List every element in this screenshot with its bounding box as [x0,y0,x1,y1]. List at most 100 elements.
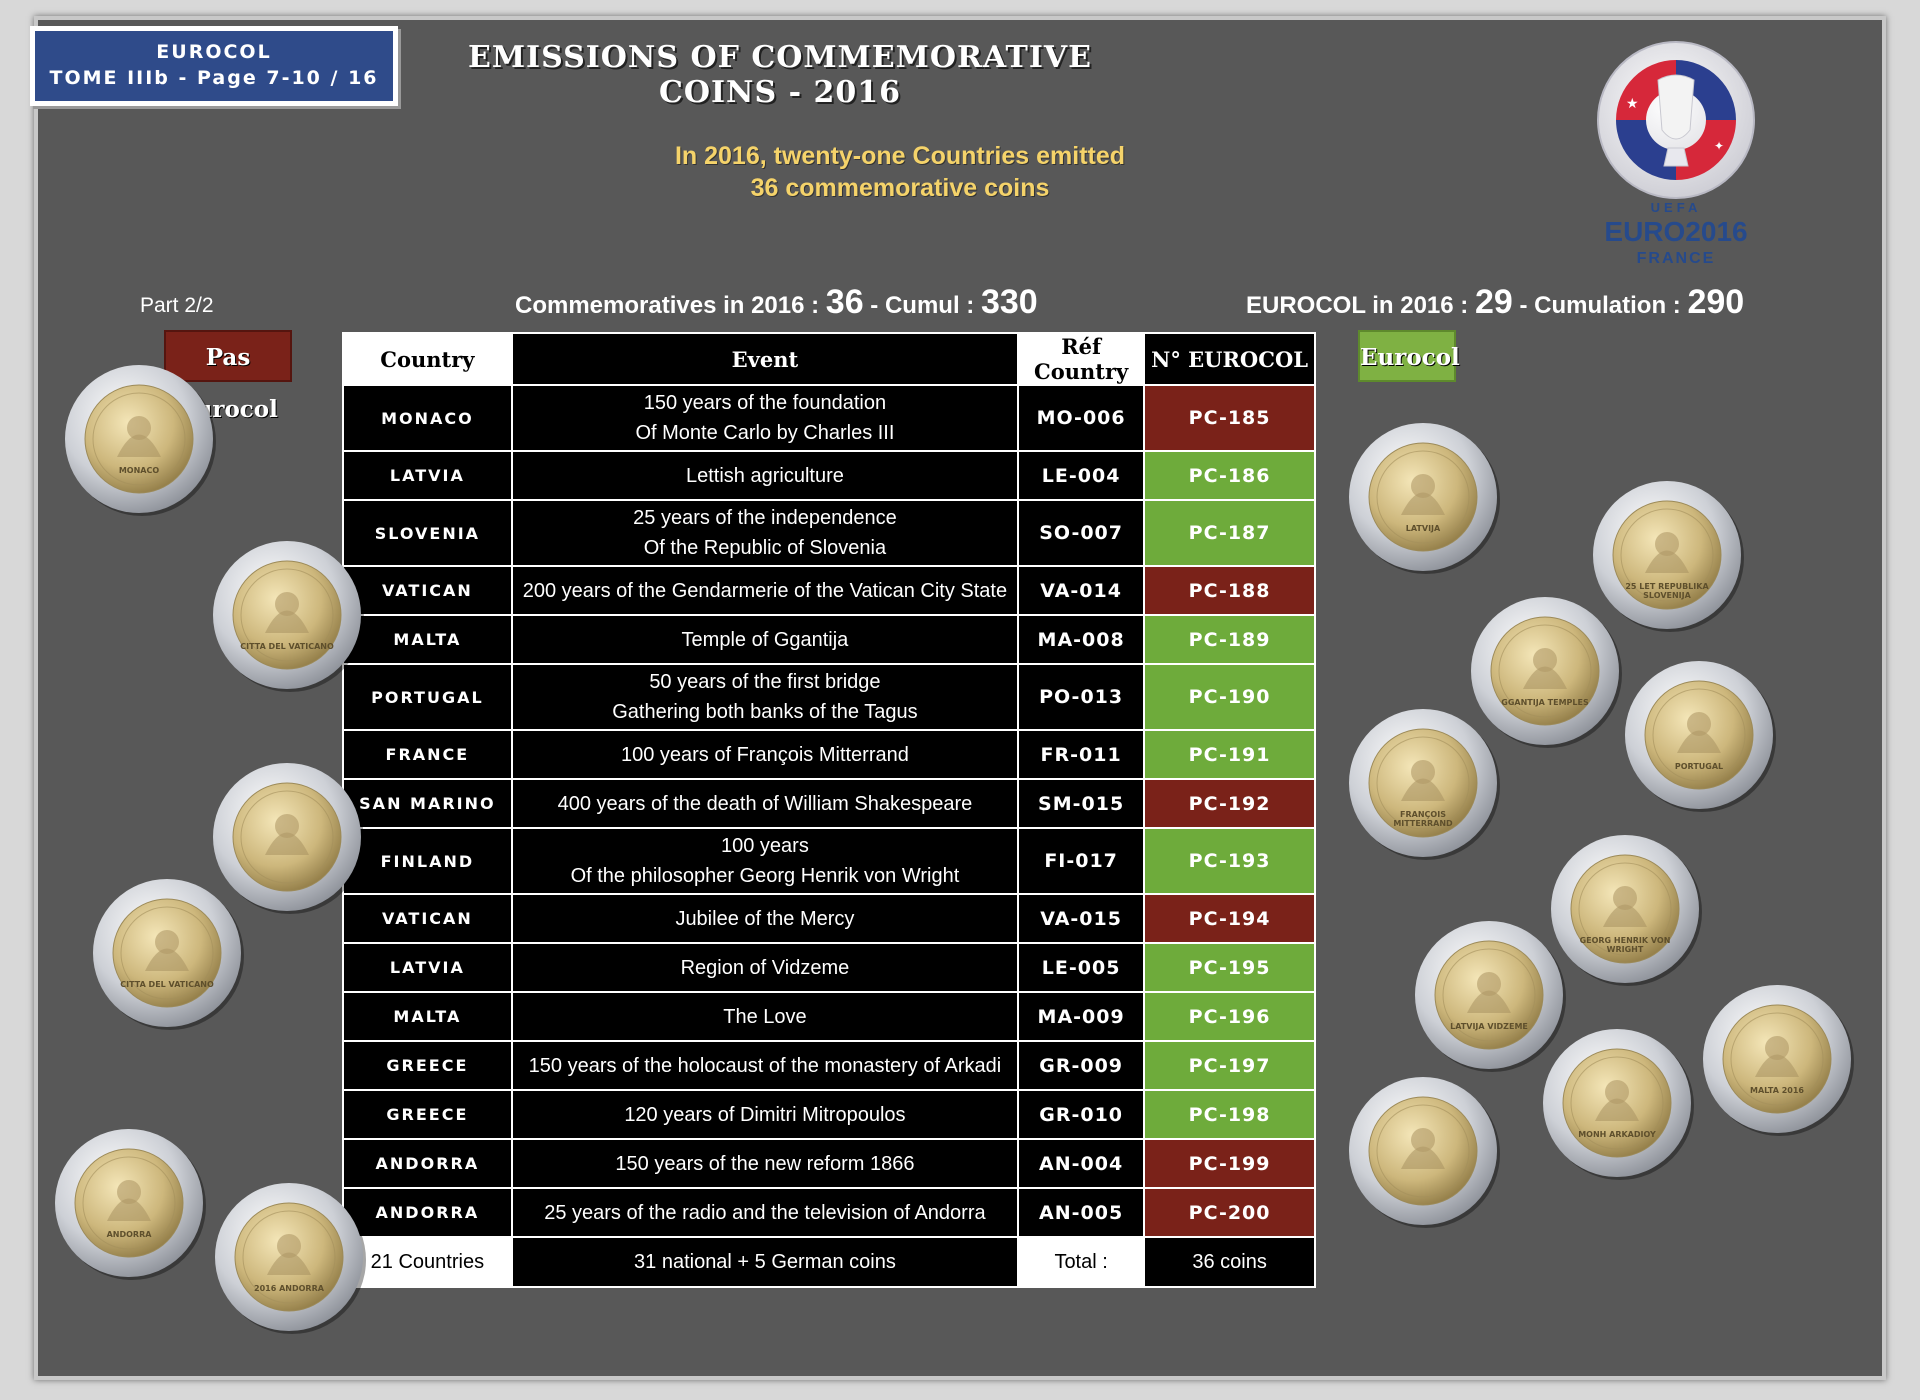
table-row: PORTUGAL 50 years of the first bridge Gath… [342,663,1316,731]
cell-event: Jubilee of the Mercy [510,893,1020,944]
cell-ref: FI-017 [1017,827,1146,895]
cell-event: 25 years of the radio and the television… [510,1187,1020,1238]
coins-table: Country Event Réf Country N° EUROCOL MON… [342,332,1316,1288]
table-row: SAN MARINO 400 years of the death of Will… [342,778,1316,829]
coin-greece-mitropoulos [1346,1074,1502,1230]
cell-event: 400 years of the death of William Shakes… [510,778,1020,829]
coin-andorra-reform: ANDORRA [52,1126,208,1282]
event-line: Of the Republic of Slovenia [643,537,887,559]
event-line: Temple of Ggantija [681,628,849,651]
table-row: MONACO 150 years of the foundation Of Mont… [342,384,1316,452]
coin-inscription: 25 LET REPUBLIKA SLOVENIJA [1625,582,1709,600]
table-body: MONACO 150 years of the foundation Of Mont… [342,384,1316,1238]
badge-title: EUROCOL [156,41,272,63]
cell-event: 25 years of the independence Of the Repub… [510,499,1020,567]
coin-image-icon [55,1129,206,1280]
event-line: Lettish agriculture [685,464,844,487]
svg-text:★: ★ [1626,96,1639,112]
event-line: 100 years [721,835,809,857]
badge-subtitle: TOME IIIb - Page 7-10 / 16 [49,67,379,89]
coin-vatican-gendarmerie: CITTA DEL VATICANO [210,538,366,694]
cell-country: LATVIA [342,450,513,501]
cell-eurocol-number: PC-192 [1143,778,1316,829]
event-line: 25 years of the radio and the television… [544,1201,986,1224]
coin-image-icon [215,1183,366,1334]
cell-event: 120 years of Dimitri Mitropoulos [510,1089,1020,1140]
cell-event: Region of Vidzeme [510,942,1020,993]
cell-country: PORTUGAL [342,663,513,731]
cell-eurocol-number: PC-196 [1143,991,1316,1042]
cell-country: SLOVENIA [342,499,513,567]
event-line: 150 years of the foundation [643,392,887,414]
eurocol-summary: EUROCOL in 2016 : 29 - Cumulation : 290 [1246,283,1744,322]
cell-event: Temple of Ggantija [510,614,1020,665]
page-title: EMISSIONS OF COMMEMORATIVE COINS - 2016 [467,40,1093,110]
cell-eurocol-number: PC-189 [1143,614,1316,665]
cell-eurocol-number: PC-200 [1143,1187,1316,1238]
event-line: 150 years of the holocaust of the monast… [528,1054,1002,1077]
cell-country: ANDORRA [342,1138,513,1189]
cell-ref: SO-007 [1017,499,1146,567]
cell-eurocol-number: PC-185 [1143,384,1316,452]
table-row: MALTA The Love MA-009 PC-196 [342,991,1316,1042]
event-line: 50 years of the first bridge [649,671,881,693]
event-line: Region of Vidzeme [680,956,850,979]
cell-event: The Love [510,991,1020,1042]
event-line: 400 years of the death of William Shakes… [557,792,973,815]
tome-badge: EUROCOL TOME IIIb - Page 7-10 / 16 [30,26,398,106]
cell-ref: LE-005 [1017,942,1146,993]
header-country: Country [342,332,513,386]
total-label: Total : [1017,1236,1146,1288]
cell-country: FINLAND [342,827,513,895]
coin-vatican-mercy: CITTA DEL VATICANO [90,876,246,1032]
cell-country: ANDORRA [342,1187,513,1238]
cell-country: SAN MARINO [342,778,513,829]
table-row: GREECE 120 years of Dimitri Mitropoulos GR… [342,1089,1316,1140]
coin-finland: GEORG HENRIK VON WRIGHT [1548,832,1704,988]
commemoratives-summary: Commemoratives in 2016 : 36 - Cumul : 33… [515,283,1038,322]
cell-eurocol-number: PC-188 [1143,565,1316,616]
coin-inscription: FRANÇOIS MITTERRAND [1393,810,1453,828]
coin-image-icon [1349,1077,1500,1228]
total-row: 21 Countries 31 national + 5 German coin… [342,1236,1316,1288]
table-row: FRANCE 100 years of François Mitterrand FR… [342,729,1316,780]
cumulation-label: - Cumulation : [1519,292,1681,319]
coin-inscription: MONH ARKADIOY [1578,1130,1656,1139]
cell-ref: MA-008 [1017,614,1146,665]
cell-event: 100 years Of the philosopher Georg Henrik… [510,827,1020,895]
cell-eurocol-number: PC-195 [1143,942,1316,993]
logo-france: FRANCE [1636,250,1716,267]
cell-ref: VA-015 [1017,893,1146,944]
coin-image-icon [93,879,244,1030]
eurocol-label: EUROCOL in 2016 : [1246,292,1469,319]
header-event: Event [510,332,1020,386]
coin-image-icon [65,365,216,516]
table-row: LATVIA Lettish agriculture LE-004 PC-186 [342,450,1316,501]
coin-image-icon [1703,985,1854,1136]
coin-monaco: MONACO [62,362,218,518]
header-ref: Réf Country [1017,332,1146,386]
coin-inscription: CITTA DEL VATICANO [240,642,334,651]
cell-ref: FR-011 [1017,729,1146,780]
cell-event: 200 years of the Gendarmerie of the Vati… [510,565,1020,616]
coin-inscription: MALTA 2016 [1749,1086,1804,1095]
cell-country: MALTA [342,991,513,1042]
event-line: 25 years of the independence [633,507,897,529]
cell-ref: AN-004 [1017,1138,1146,1189]
event-line: 120 years of Dimitri Mitropoulos [624,1103,906,1126]
cell-event: 150 years of the holocaust of the monast… [510,1040,1020,1091]
intro-line-2: 36 commemorative coins [750,174,1050,202]
cell-event: Lettish agriculture [510,450,1020,501]
cell-eurocol-number: PC-190 [1143,663,1316,731]
table-row: ANDORRA 150 years of the new reform 1866 A… [342,1138,1316,1189]
intro-line-1: In 2016, twenty-one Countries emitted [674,142,1126,170]
cell-event: 150 years of the new reform 1866 [510,1138,1020,1189]
cell-ref: MO-006 [1017,384,1146,452]
cell-event: 100 years of François Mitterrand [510,729,1020,780]
cell-eurocol-number: PC-199 [1143,1138,1316,1189]
cell-eurocol-number: PC-191 [1143,729,1316,780]
cell-eurocol-number: PC-193 [1143,827,1316,895]
comm-value: 36 [825,283,864,321]
header-eurocol-number: N° EUROCOL [1143,332,1316,386]
event-line: 100 years of François Mitterrand [620,743,909,766]
